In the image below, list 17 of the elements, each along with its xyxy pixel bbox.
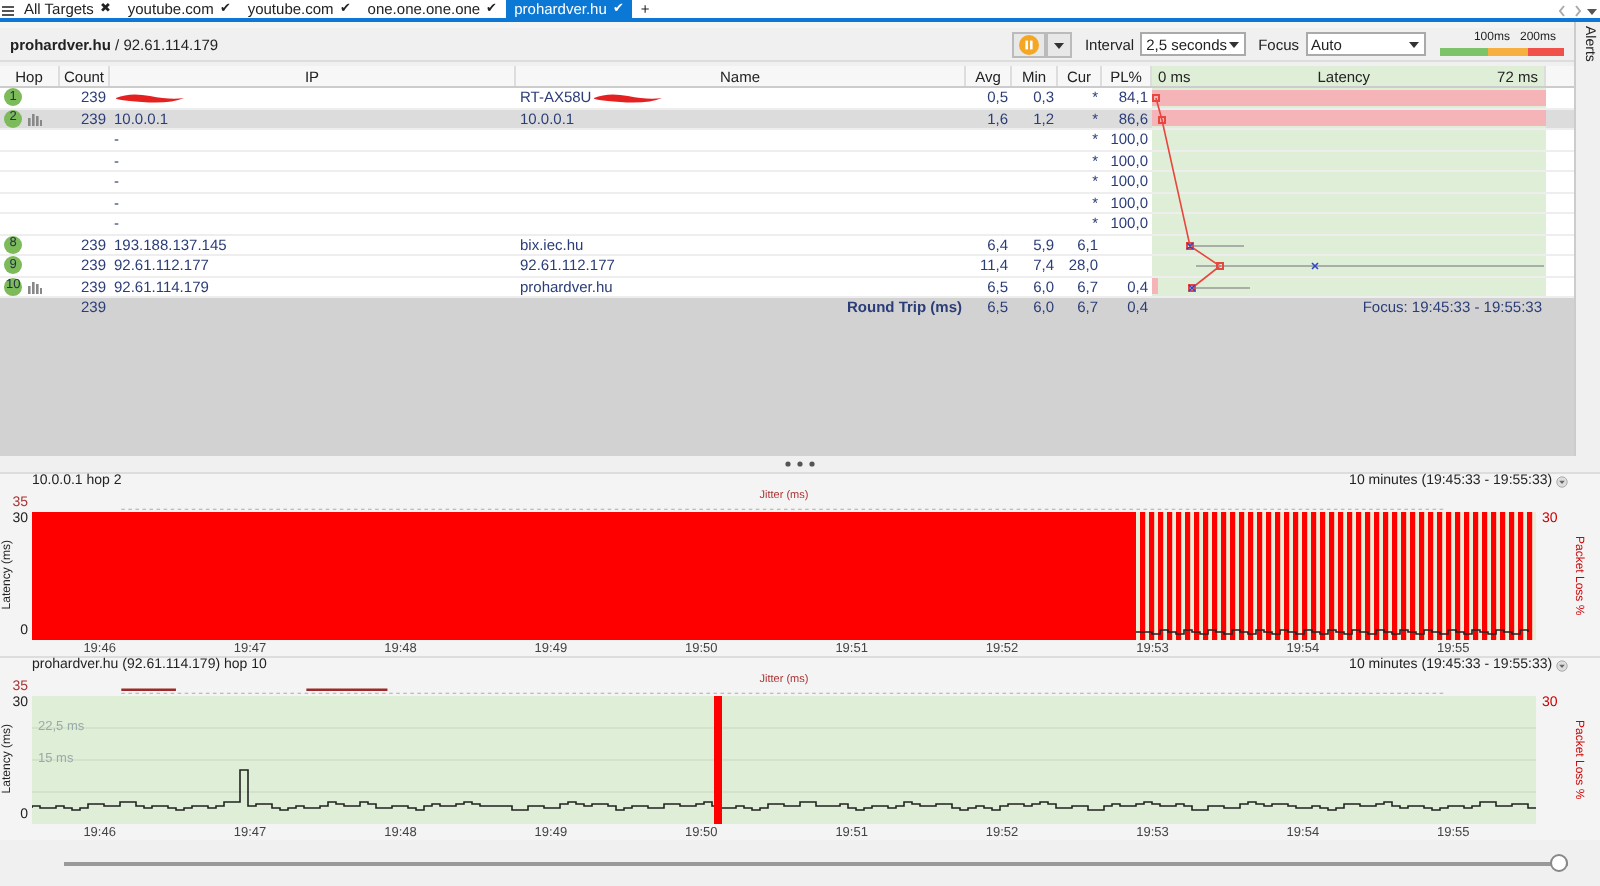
pause-menu-button[interactable] [1046,31,1073,57]
scroll-left-icon[interactable] [1556,0,1570,22]
packet-loss-bar [714,696,722,824]
redaction-mark [114,91,186,104]
redaction-mark [591,91,664,104]
collapse-icon[interactable] [1556,660,1568,672]
collapse-icon[interactable] [1556,476,1568,488]
pause-icon [1018,33,1041,55]
caret-icon [1228,38,1241,50]
latency-scale-bar [1440,47,1564,56]
grip-icon[interactable] [784,460,816,468]
packet-loss-bar [1152,278,1159,295]
scroll-right-icon[interactable] [1570,0,1584,22]
caret-icon [1052,37,1067,51]
menu-icon[interactable] [0,0,16,22]
caret-icon [1407,38,1419,50]
slider-thumb[interactable] [1550,853,1568,871]
